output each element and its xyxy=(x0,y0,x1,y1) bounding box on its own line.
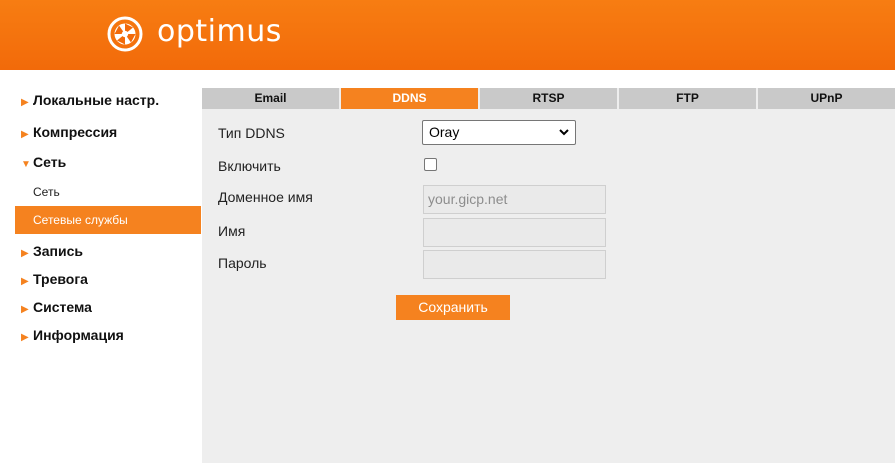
domain-name-label: Доменное имя xyxy=(218,189,313,205)
save-button[interactable]: Сохранить xyxy=(396,295,510,320)
settings-panel: Email DDNS RTSP FTP UPnP Тип DDNS Oray В… xyxy=(202,88,895,463)
tab-rtsp[interactable]: RTSP xyxy=(480,88,617,109)
sidebar-item-label: Запись xyxy=(33,243,84,259)
brand-name: optimus xyxy=(157,14,282,49)
sidebar-subitem-network-services[interactable]: Сетевые службы xyxy=(15,206,201,234)
sidebar-item-network[interactable]: ▼ Сеть xyxy=(6,150,201,174)
tab-bar: Email DDNS RTSP FTP UPnP xyxy=(202,88,895,109)
password-field[interactable] xyxy=(423,250,606,279)
sidebar-subitem-network[interactable]: Сеть xyxy=(6,178,201,206)
domain-name-field[interactable]: your.gicp.net xyxy=(423,185,606,214)
chevron-down-icon xyxy=(559,129,569,136)
triangle-down-icon: ▼ xyxy=(21,159,31,170)
ddns-type-value: Oray xyxy=(429,124,460,140)
triangle-right-icon: ▶ xyxy=(21,276,29,287)
header-bar: optimus xyxy=(0,0,895,70)
sidebar-item-label: Информация xyxy=(33,327,124,343)
sidebar-item-label: Локальные настр. xyxy=(33,92,160,108)
sidebar-item-local-settings[interactable]: ▶ Локальные настр. xyxy=(6,88,201,112)
username-field[interactable] xyxy=(423,218,606,247)
sidebar-item-information[interactable]: ▶ Информация xyxy=(6,323,201,347)
sidebar-item-system[interactable]: ▶ Система xyxy=(6,295,201,319)
optimus-logo-icon xyxy=(107,16,143,52)
sidebar-nav: ▶ Локальные настр. ▶ Компрессия ▼ Сеть Сеть… xyxy=(6,88,201,347)
sidebar-item-label: Тревога xyxy=(33,271,88,287)
tab-upnp[interactable]: UPnP xyxy=(758,88,895,109)
triangle-right-icon: ▶ xyxy=(21,248,29,259)
username-label: Имя xyxy=(218,223,246,239)
triangle-right-icon: ▶ xyxy=(21,332,29,343)
brand-logo: optimus xyxy=(107,14,282,52)
tab-email[interactable]: Email xyxy=(202,88,339,109)
sidebar-item-compression[interactable]: ▶ Компрессия xyxy=(6,120,201,144)
tab-ftp[interactable]: FTP xyxy=(619,88,756,109)
password-label: Пароль xyxy=(218,255,267,271)
enable-label: Включить xyxy=(218,158,281,174)
sidebar-item-label: Система xyxy=(33,299,92,315)
ddns-type-label: Тип DDNS xyxy=(218,125,285,141)
ddns-type-select[interactable]: Oray xyxy=(422,120,576,145)
triangle-right-icon: ▶ xyxy=(21,129,29,140)
sidebar-item-alarm[interactable]: ▶ Тревога xyxy=(6,267,201,291)
triangle-right-icon: ▶ xyxy=(21,97,29,108)
triangle-right-icon: ▶ xyxy=(21,304,29,315)
sidebar-item-label: Компрессия xyxy=(33,124,118,140)
enable-checkbox[interactable] xyxy=(424,158,437,171)
sidebar-item-recording[interactable]: ▶ Запись xyxy=(6,239,201,263)
app-page: optimus ▶ Локальные настр. ▶ Компрессия ▼ С… xyxy=(0,0,895,463)
tab-ddns[interactable]: DDNS xyxy=(341,88,478,109)
sidebar-item-label: Сеть xyxy=(33,154,67,170)
